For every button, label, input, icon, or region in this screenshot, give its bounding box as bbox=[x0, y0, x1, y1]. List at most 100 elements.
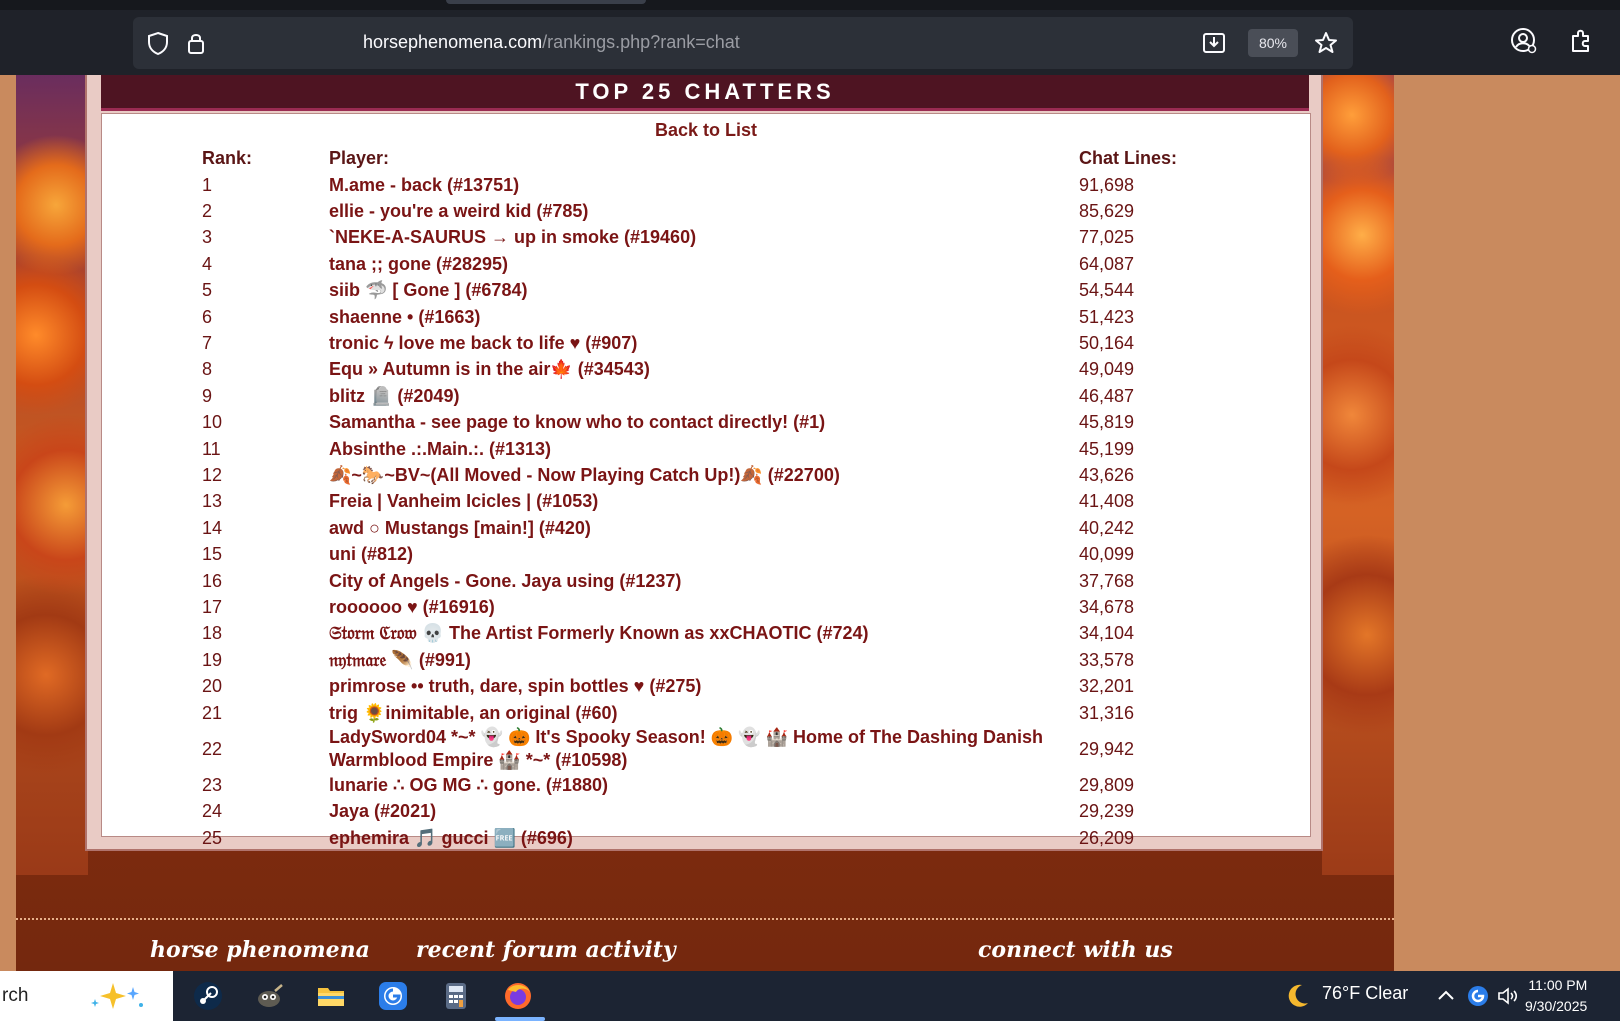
player-link[interactable]: lunarie ∴ OG MG ∴ gone. (#1880) bbox=[329, 772, 1079, 798]
player-link[interactable]: Samantha - see page to know who to conta… bbox=[329, 410, 1079, 436]
player-link[interactable]: awd ○ Mustangs [main!] (#420) bbox=[329, 515, 1079, 541]
chat-lines-cell: 45,819 bbox=[1079, 412, 1135, 433]
player-link[interactable]: ellie - you're a weird kid (#785) bbox=[329, 198, 1079, 224]
chat-lines-cell: 49,049 bbox=[1079, 359, 1135, 380]
rank-cell: 24 bbox=[202, 801, 223, 822]
rank-cell: 4 bbox=[202, 253, 213, 274]
chat-lines-cell: 29,809 bbox=[1079, 774, 1135, 795]
player-link[interactable]: 🍂~🐎~BV~(All Moved - Now Playing Catch Up… bbox=[329, 462, 1079, 488]
table-row: 6 shaenne • (#1663) 51,423 bbox=[202, 304, 1229, 330]
chat-lines-cell: 64,087 bbox=[1079, 253, 1135, 274]
player-link[interactable]: Absinthe .:.Main.:. (#1313) bbox=[329, 436, 1079, 462]
lock-icon[interactable] bbox=[183, 30, 209, 56]
clock-time: 11:00 PM bbox=[1528, 977, 1588, 993]
browser-toolbar: horsephenomena.com/rankings.php?rank=cha… bbox=[0, 0, 1620, 75]
back-to-list-link[interactable]: Back to List bbox=[102, 120, 1310, 141]
player-link[interactable]: City of Angels - Gone. Jaya using (#1237… bbox=[329, 568, 1079, 594]
rank-cell: 17 bbox=[202, 596, 223, 617]
panel-header: TOP 25 CHATTERS bbox=[101, 75, 1309, 111]
player-link[interactable]: tana ;; gone (#28295) bbox=[329, 251, 1079, 277]
active-app-indicator bbox=[495, 1017, 545, 1021]
zoom-level-button[interactable]: 80% bbox=[1248, 29, 1298, 57]
player-link[interactable]: ephemira 🎵 gucci 🆓 (#696) bbox=[329, 825, 1079, 851]
active-tab[interactable] bbox=[446, 0, 646, 4]
table-row: 20 primrose •• truth, dare, spin bottles … bbox=[202, 673, 1229, 699]
rank-cell: 1 bbox=[202, 174, 213, 195]
player-link[interactable]: siib 🦈 [ Gone ] (#6784) bbox=[329, 278, 1079, 304]
player-link[interactable]: `NEKE-A-SAURUS → up in smoke (#19460) bbox=[329, 225, 1079, 251]
weather-text[interactable]: 76°F Clear bbox=[1322, 983, 1408, 1004]
chevron-up-icon[interactable] bbox=[1436, 986, 1456, 1006]
chat-lines-column-header: Chat Lines: bbox=[1079, 148, 1178, 168]
rank-cell: 8 bbox=[202, 359, 213, 380]
rank-cell: 11 bbox=[202, 438, 221, 459]
chat-lines-cell: 50,164 bbox=[1079, 333, 1135, 354]
file-explorer-icon[interactable] bbox=[315, 980, 347, 1012]
player-link[interactable]: LadySword04 *~* 👻 🎃 It's Spooky Season! … bbox=[329, 726, 1079, 772]
account-icon[interactable] bbox=[1510, 27, 1538, 55]
chat-lines-cell: 40,099 bbox=[1079, 544, 1135, 565]
table-row: 17 roooooo ♥ (#16916) 34,678 bbox=[202, 594, 1229, 620]
taskbar-search-text: rch bbox=[2, 985, 29, 1006]
firefox-icon[interactable] bbox=[502, 980, 534, 1012]
table-row: 12 🍂~🐎~BV~(All Moved - Now Playing Catch … bbox=[202, 462, 1229, 488]
taskbar-search-box[interactable]: rch bbox=[0, 971, 173, 1021]
player-link[interactable]: shaenne • (#1663) bbox=[329, 304, 1079, 330]
rank-cell: 23 bbox=[202, 774, 223, 795]
google-chrome-icon[interactable] bbox=[377, 980, 409, 1012]
system-clock[interactable]: 11:00 PM 9/30/2025 bbox=[1525, 975, 1587, 1017]
table-row: 3 `NEKE-A-SAURUS → up in smoke (#19460) 77… bbox=[202, 225, 1229, 251]
calculator-icon[interactable] bbox=[440, 980, 472, 1012]
address-bar[interactable]: horsephenomena.com/rankings.php?rank=cha… bbox=[133, 17, 1353, 69]
gimp-icon[interactable] bbox=[253, 980, 285, 1012]
rankings-table: Rank: Player: Chat Lines: 1 M.ame - back … bbox=[202, 145, 1229, 851]
table-row: 14 awd ○ Mustangs [main!] (#420) 40,242 bbox=[202, 515, 1229, 541]
chat-lines-cell: 33,578 bbox=[1079, 649, 1135, 670]
player-link[interactable]: blitz 🪦 (#2049) bbox=[329, 383, 1079, 409]
player-link[interactable]: uni (#812) bbox=[329, 541, 1079, 567]
table-row: 23 lunarie ∴ OG MG ∴ gone. (#1880) 29,809 bbox=[202, 772, 1229, 798]
moon-weather-icon[interactable] bbox=[1282, 981, 1312, 1011]
rank-cell: 25 bbox=[202, 827, 223, 848]
player-link[interactable]: M.ame - back (#13751) bbox=[329, 172, 1079, 198]
autumn-tree-art-left bbox=[16, 75, 88, 875]
footer-heading-recent-forum-activity: recent forum activity bbox=[416, 937, 676, 963]
player-link[interactable]: tronic ϟ love me back to life ♥ (#907) bbox=[329, 330, 1079, 356]
rank-cell: 7 bbox=[202, 333, 213, 354]
chat-lines-cell: 29,239 bbox=[1079, 801, 1135, 822]
copilot-sparkle-icon bbox=[91, 983, 143, 1009]
player-link[interactable]: 𝔫𝔶𝔱𝔪𝔞𝔯𝔢 🪶 (#991) bbox=[329, 647, 1079, 673]
player-link[interactable]: Equ » Autumn is in the air🍁 (#34543) bbox=[329, 357, 1079, 383]
steam-icon[interactable] bbox=[192, 980, 224, 1012]
extensions-icon[interactable] bbox=[1568, 27, 1596, 55]
chat-lines-cell: 32,201 bbox=[1079, 676, 1135, 697]
rank-cell: 3 bbox=[202, 227, 213, 248]
player-link[interactable]: Jaya (#2021) bbox=[329, 799, 1079, 825]
site-layout: TOP 25 CHATTERS Back to List Rank: Playe… bbox=[16, 75, 1394, 971]
table-row: 21 trig 🌻inimitable, an original (#60) 31,… bbox=[202, 700, 1229, 726]
table-row: 9 blitz 🪦 (#2049) 46,487 bbox=[202, 383, 1229, 409]
table-row: 13 Freia | Vanheim Icicles | (#1053) 41,40… bbox=[202, 489, 1229, 515]
rank-cell: 5 bbox=[202, 280, 213, 301]
footer-heading-connect-with-us: connect with us bbox=[978, 937, 1173, 963]
star-bookmark-icon[interactable] bbox=[1313, 30, 1339, 56]
tab-strip bbox=[0, 0, 1620, 10]
player-link[interactable]: roooooo ♥ (#16916) bbox=[329, 594, 1079, 620]
google-drive-sync-icon[interactable] bbox=[1466, 984, 1490, 1008]
rank-cell: 18 bbox=[202, 623, 223, 644]
download-icon[interactable] bbox=[1201, 30, 1227, 56]
rank-cell: 13 bbox=[202, 491, 223, 512]
chat-lines-cell: 41,408 bbox=[1079, 491, 1135, 512]
player-link[interactable]: trig 🌻inimitable, an original (#60) bbox=[329, 700, 1079, 726]
chat-lines-cell: 29,942 bbox=[1079, 738, 1135, 759]
player-link[interactable]: primrose •• truth, dare, spin bottles ♥ … bbox=[329, 673, 1079, 699]
speaker-icon[interactable] bbox=[1496, 984, 1520, 1008]
player-link[interactable]: 𝔖𝔱𝔬𝔯𝔪 ℭ𝔯𝔬𝔴 💀 The Artist Formerly Known a… bbox=[329, 621, 1079, 647]
player-link[interactable]: Freia | Vanheim Icicles | (#1053) bbox=[329, 489, 1079, 515]
page-background-right bbox=[1394, 75, 1620, 971]
shield-icon[interactable] bbox=[145, 30, 171, 56]
chat-lines-cell: 43,626 bbox=[1079, 464, 1135, 485]
table-row: 25 ephemira 🎵 gucci 🆓 (#696) 26,209 bbox=[202, 825, 1229, 851]
autumn-tree-art-right bbox=[1322, 75, 1394, 875]
url-text[interactable]: horsephenomena.com/rankings.php?rank=cha… bbox=[363, 32, 740, 53]
